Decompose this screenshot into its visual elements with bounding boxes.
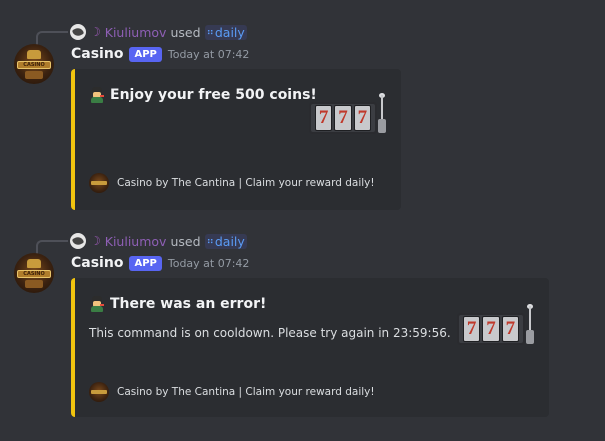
slash-command-icon: ⠶ <box>206 235 214 247</box>
bot-username[interactable]: Casino <box>71 46 123 62</box>
slot-machine-icon: 7 7 7 <box>457 304 537 346</box>
gambler-emoji-icon <box>89 87 105 103</box>
reply-username[interactable]: Kiuliumov <box>105 234 167 249</box>
reply-username[interactable]: Kiuliumov <box>105 25 167 40</box>
command-name: daily <box>214 24 245 40</box>
slot-reel: 7 <box>353 105 371 131</box>
reply-connector <box>36 240 68 254</box>
embed-footer-text: Casino by The Cantina | Claim your rewar… <box>117 177 375 189</box>
slot-reel: 7 <box>501 316 519 342</box>
message-header: Casino APP Today at 07:42 <box>71 255 249 271</box>
moon-icon: ☽ <box>90 25 101 39</box>
slot-reel: 7 <box>463 316 481 342</box>
avatar-crown <box>27 50 41 59</box>
command-mention[interactable]: ⠶ daily <box>204 24 247 40</box>
app-badge: APP <box>129 255 162 271</box>
avatar-base <box>25 71 43 79</box>
message-header: Casino APP Today at 07:42 <box>71 46 249 62</box>
bot-username[interactable]: Casino <box>71 255 123 271</box>
command-mention[interactable]: ⠶ daily <box>204 233 247 249</box>
reply-context[interactable]: ☽ Kiuliumov used ⠶ daily <box>70 231 247 251</box>
embed-footer-text: Casino by The Cantina | Claim your rewar… <box>117 386 375 398</box>
embed: There was an error! This command is on c… <box>71 278 549 417</box>
slot-reel: 7 <box>334 105 352 131</box>
command-name: daily <box>214 233 245 249</box>
casino-footer-icon <box>89 173 109 193</box>
embed-title: Enjoy your free 500 coins! <box>89 87 317 103</box>
embed-title-text: Enjoy your free 500 coins! <box>110 87 317 103</box>
app-badge: APP <box>129 46 162 62</box>
message: ☽ Kiuliumov used ⠶ daily CASINO Casino A… <box>0 22 605 212</box>
reply-connector <box>36 31 68 45</box>
embed-title: There was an error! <box>89 296 266 312</box>
reply-context[interactable]: ☽ Kiuliumov used ⠶ daily <box>70 22 247 42</box>
embed-footer: Casino by The Cantina | Claim your rewar… <box>89 173 375 193</box>
reply-avatar[interactable] <box>70 24 86 40</box>
slot-reel: 7 <box>482 316 500 342</box>
gambler-emoji-icon <box>89 296 105 312</box>
slash-command-icon: ⠶ <box>206 26 214 38</box>
bot-avatar[interactable]: CASINO <box>14 253 54 293</box>
embed-footer: Casino by The Cantina | Claim your rewar… <box>89 382 375 402</box>
avatar-base <box>25 280 43 288</box>
slot-machine-icon: 7 7 7 <box>309 93 389 135</box>
casino-footer-icon <box>89 382 109 402</box>
avatar-crown <box>27 259 41 268</box>
message: ☽ Kiuliumov used ⠶ daily CASINO Casino A… <box>0 231 605 421</box>
timestamp[interactable]: Today at 07:42 <box>168 257 250 270</box>
embed: Enjoy your free 500 coins! 7 7 7 Casino … <box>71 69 401 210</box>
embed-title-text: There was an error! <box>110 296 267 312</box>
avatar-banner: CASINO <box>17 61 51 69</box>
embed-description: This command is on cooldown. Please try … <box>89 326 451 340</box>
slot-reel: 7 <box>315 105 333 131</box>
timestamp[interactable]: Today at 07:42 <box>168 48 250 61</box>
bot-avatar[interactable]: CASINO <box>14 44 54 84</box>
avatar-banner: CASINO <box>17 270 51 278</box>
moon-icon: ☽ <box>90 234 101 248</box>
reply-avatar[interactable] <box>70 233 86 249</box>
reply-used-text: used <box>170 24 201 40</box>
reply-used-text: used <box>170 233 201 249</box>
